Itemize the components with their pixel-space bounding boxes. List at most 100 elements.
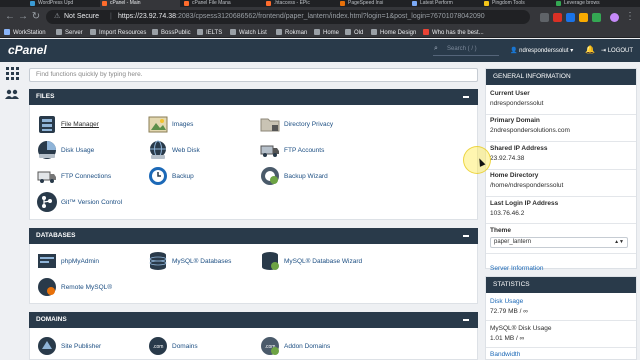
shared-ip-row: Shared IP Address 23.92.74.38: [490, 145, 548, 162]
folder-icon: [314, 29, 320, 35]
theme-select[interactable]: paper_lantern ▲▼: [490, 237, 628, 248]
find-functions-input[interactable]: Find functions quickly by typing here.: [29, 68, 478, 82]
star-icon[interactable]: [540, 13, 549, 22]
last-login-row: Last Login IP Address 103.76.46.2: [490, 200, 559, 217]
server-information-link[interactable]: Server Information: [490, 265, 543, 272]
chevron-down-icon: ▾: [570, 48, 574, 54]
wordpress-icon: [30, 1, 35, 6]
folder-lock-icon: [260, 118, 280, 132]
tab-htaccess[interactable]: .htaccess - EPic: [264, 0, 336, 7]
git-icon: [37, 192, 57, 212]
header-search[interactable]: ⌕ Search ( / ): [433, 45, 499, 56]
users-icon[interactable]: [5, 89, 19, 99]
site-publisher-icon: [38, 337, 56, 355]
bookmark-item[interactable]: BossPublic: [152, 29, 191, 37]
ftp-truck-icon: [260, 145, 279, 157]
cpanel-icon: [102, 1, 107, 6]
domains-section-body: Site Publisher .com Domains .com Addon D…: [29, 328, 478, 360]
search-icon: ⌕: [434, 45, 438, 52]
user-icon: 👤: [510, 48, 520, 54]
security-label: Not Secure: [64, 13, 100, 20]
tab-latest-perform[interactable]: Latest Perform: [410, 0, 480, 7]
logout-icon: ⇥: [601, 48, 608, 54]
warning-icon: ⚠: [54, 13, 61, 20]
folder-icon: [197, 29, 203, 35]
domains-icon: .com: [149, 337, 167, 355]
menu-icon[interactable]: ⋮: [624, 11, 636, 23]
database-wizard-icon: [262, 252, 279, 270]
bookmark-item[interactable]: Who has the best...: [423, 29, 484, 37]
general-information-panel: GENERAL INFORMATION Current User ndrespo…: [485, 68, 637, 272]
url-field[interactable]: ⚠ Not Secure | https://23.92.74.38:2083/…: [46, 10, 530, 24]
images-icon: [148, 116, 168, 133]
user-menu[interactable]: 👤 ndresponderssolut ▾: [510, 47, 573, 54]
pingdom-icon: [484, 1, 489, 6]
databases-section-header[interactable]: DATABASES: [29, 228, 478, 244]
bookmark-item[interactable]: IELTS: [197, 29, 222, 37]
tab-leverage[interactable]: Leverage brows: [554, 0, 640, 7]
folder-icon: [152, 29, 158, 35]
bookmark-icon: [423, 29, 429, 35]
extension-icon[interactable]: [592, 13, 601, 22]
home-directory-row: Home Directory /home/ndresponderssolut: [490, 172, 564, 189]
mysql-disk-usage-stat: MySQL® Disk Usage 1.01 MB / ∞: [490, 325, 552, 342]
bell-icon[interactable]: 🔔: [585, 45, 595, 54]
backup-wizard-icon: [261, 167, 279, 185]
addon-domains-icon: .com: [261, 337, 279, 355]
tab-wordpress[interactable]: WordPress Upd: [28, 0, 98, 7]
bookmark-item[interactable]: Old: [345, 29, 363, 37]
disk-usage-stat-link[interactable]: Disk Usage: [490, 298, 634, 305]
tab-pingdom[interactable]: Pingdom Tools: [482, 0, 552, 7]
extension-icon[interactable]: [566, 13, 575, 22]
cpanel-header: cPanel ⌕ Search ( / ) 👤 ndresponderssolu…: [0, 39, 640, 62]
folder-icon: [56, 29, 62, 35]
browser-tab-strip: WordPress Upd cPanel - Main cPanel File …: [0, 0, 640, 7]
tab-cpanel-main[interactable]: cPanel - Main: [100, 0, 180, 7]
extension-icon[interactable]: [553, 13, 562, 22]
bookmark-item[interactable]: WorkStation: [4, 29, 46, 37]
general-information-title: GENERAL INFORMATION: [486, 69, 636, 85]
domains-section-header[interactable]: DOMAINS: [29, 312, 478, 328]
bookmark-item[interactable]: Server: [56, 29, 83, 37]
bandwidth-stat: Bandwidth: [490, 351, 634, 358]
disk-usage-icon: [38, 141, 56, 159]
files-section-header[interactable]: FILES: [29, 89, 478, 105]
svg-text:.com: .com: [153, 344, 164, 350]
collapse-icon[interactable]: [463, 319, 469, 321]
databases-section-body: phpMyAdmin MySQL® Databases MySQL® Datab…: [29, 244, 478, 304]
pagespeed-icon: [340, 1, 345, 6]
back-icon[interactable]: ←: [4, 11, 16, 23]
forward-icon[interactable]: →: [17, 11, 29, 23]
phpmyadmin-icon: [38, 254, 56, 268]
bandwidth-stat-link[interactable]: Bandwidth: [490, 351, 634, 358]
bookmark-item[interactable]: Import Resources: [90, 29, 146, 37]
left-rail: [0, 62, 24, 360]
folder-icon: [345, 29, 351, 35]
bookmark-icon: [4, 29, 10, 35]
tab-file-manager[interactable]: cPanel File Mana: [182, 0, 262, 7]
tab-pagespeed[interactable]: PageSpeed Insi: [338, 0, 408, 7]
cpanel-icon: [184, 1, 189, 6]
collapse-icon[interactable]: [463, 96, 469, 98]
profile-avatar[interactable]: [610, 13, 619, 22]
page-icon: [412, 1, 417, 6]
bookmark-item[interactable]: Home Design: [371, 29, 416, 37]
files-section-body: File Manager Images Directory Privacy Di…: [29, 105, 478, 220]
current-user-row: Current User ndresponderssolut: [490, 90, 544, 107]
file-manager-icon: [39, 116, 55, 133]
collapse-icon[interactable]: [463, 235, 469, 237]
bookmark-item[interactable]: Watch List: [230, 29, 267, 37]
cpanel-logo[interactable]: cPanel: [8, 43, 47, 57]
bookmark-item[interactable]: Home: [314, 29, 339, 37]
theme-row: Theme: [490, 227, 511, 234]
ftp-connections-icon: [37, 171, 56, 183]
home-grid-icon[interactable]: [6, 67, 19, 80]
reload-icon[interactable]: ↻: [30, 11, 42, 23]
logout-button[interactable]: ⇥ LOGOUT: [601, 47, 633, 54]
bookmark-item[interactable]: Rokman: [276, 29, 307, 37]
extension-icon[interactable]: [579, 13, 588, 22]
folder-icon: [230, 29, 236, 35]
database-icon: [149, 252, 167, 270]
folder-icon: [90, 29, 96, 35]
url-text: https://23.92.74.38:2083/cpsess312068656…: [118, 13, 485, 20]
